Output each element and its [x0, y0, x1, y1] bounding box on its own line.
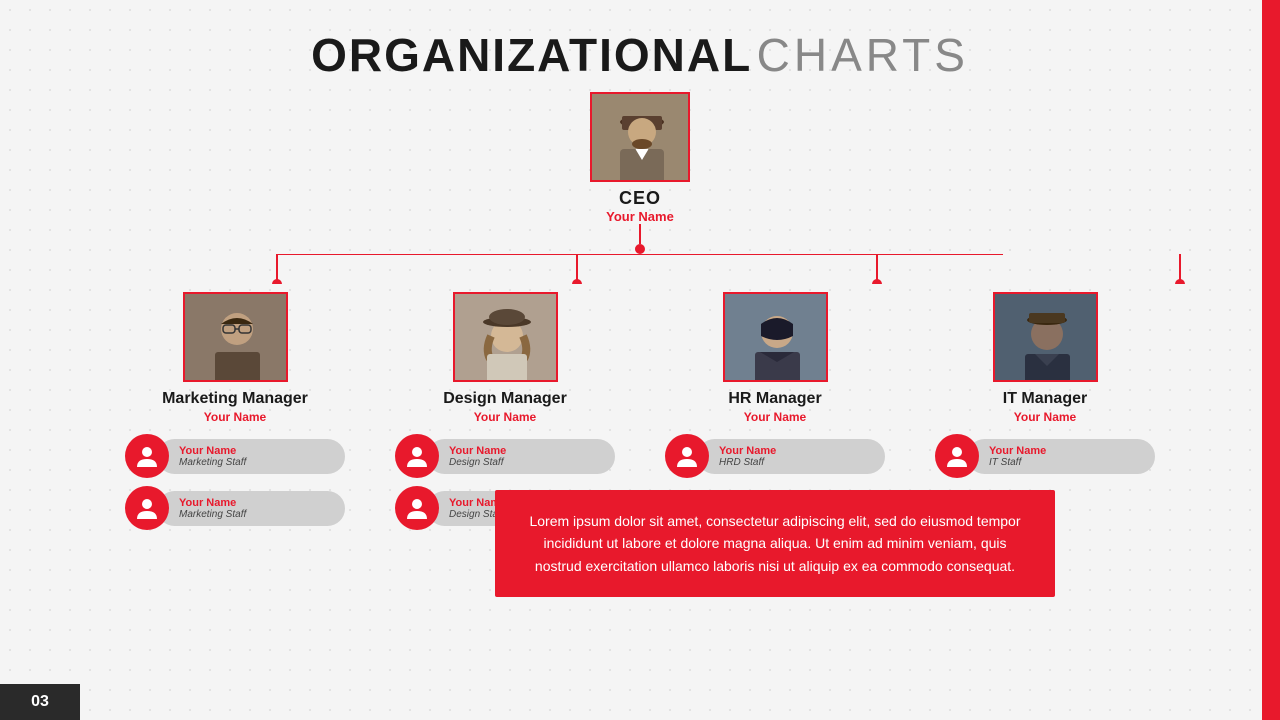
ceo-name-label: Your Name: [606, 209, 674, 224]
ceo-node: CEO Your Name: [590, 92, 690, 224]
design-manager-name: Your Name: [474, 410, 536, 424]
lorem-ipsum-text: Lorem ipsum dolor sit amet, consectetur …: [529, 513, 1020, 574]
hr-manager-role: HR Manager: [728, 390, 821, 408]
it-manager-role: IT Manager: [1003, 390, 1087, 408]
ceo-photo: [590, 92, 690, 182]
page-number: 03: [0, 684, 80, 720]
ceo-connector-dot: [635, 244, 645, 254]
it-photo: [993, 292, 1098, 382]
staff-avatar-4: [395, 486, 439, 530]
staff-label-6: Your Name IT Staff: [967, 439, 1155, 474]
staff-avatar-3: [395, 434, 439, 478]
staff-role-6: IT Staff: [989, 457, 1141, 468]
staff-avatar-1: [125, 434, 169, 478]
title-bold: ORGANIZATIONAL: [311, 29, 752, 81]
design-manager-role: Design Manager: [443, 390, 567, 408]
ceo-connector-line: [639, 224, 641, 244]
staff-label-2: Your Name Marketing Staff: [157, 491, 345, 526]
it-staff-list: Your Name IT Staff: [935, 434, 1155, 478]
manager-it: IT Manager Your Name Your Name IT Staff: [910, 284, 1180, 478]
lorem-ipsum-box: Lorem ipsum dolor sit amet, consectetur …: [495, 490, 1055, 597]
marketing-manager-name: Your Name: [204, 410, 266, 424]
branch-connector-area: [90, 254, 1190, 284]
design-staff-1: Your Name Design Staff: [395, 434, 615, 478]
staff-name-6: Your Name: [989, 445, 1141, 457]
page-title-area: ORGANIZATIONAL CHARTS: [0, 0, 1280, 92]
staff-avatar-6: [935, 434, 979, 478]
staff-name-5: Your Name: [719, 445, 871, 457]
ceo-role-label: CEO: [619, 188, 661, 209]
hr-photo: [723, 292, 828, 382]
staff-avatar-2: [125, 486, 169, 530]
marketing-staff-2: Your Name Marketing Staff: [125, 486, 345, 530]
staff-role-2: Marketing Staff: [179, 509, 331, 520]
it-manager-name: Your Name: [1014, 410, 1076, 424]
staff-label-3: Your Name Design Staff: [427, 439, 615, 474]
staff-role-5: HRD Staff: [719, 457, 871, 468]
hr-staff-list: Your Name HRD Staff: [665, 434, 885, 478]
staff-label-5: Your Name HRD Staff: [697, 439, 885, 474]
staff-name-3: Your Name: [449, 445, 601, 457]
it-staff-1: Your Name IT Staff: [935, 434, 1155, 478]
marketing-staff-list: Your Name Marketing Staff Your Name Mark…: [125, 434, 345, 530]
staff-name-1: Your Name: [179, 445, 331, 457]
marketing-staff-1: Your Name Marketing Staff: [125, 434, 345, 478]
design-photo: [453, 292, 558, 382]
staff-name-2: Your Name: [179, 497, 331, 509]
staff-avatar-5: [665, 434, 709, 478]
managers-row: Marketing Manager Your Name Your Name Ma…: [90, 284, 1190, 597]
hr-staff-1: Your Name HRD Staff: [665, 434, 885, 478]
hr-manager-name: Your Name: [744, 410, 806, 424]
title-light: CHARTS: [757, 29, 969, 81]
manager-hr: HR Manager Your Name Your Name HRD Staff: [640, 284, 910, 597]
marketing-manager-role: Marketing Manager: [162, 390, 308, 408]
staff-role-3: Design Staff: [449, 457, 601, 468]
marketing-photo: [183, 292, 288, 382]
staff-label-1: Your Name Marketing Staff: [157, 439, 345, 474]
org-chart: CEO Your Name: [0, 92, 1280, 597]
staff-role-1: Marketing Staff: [179, 457, 331, 468]
manager-marketing: Marketing Manager Your Name Your Name Ma…: [100, 284, 370, 530]
